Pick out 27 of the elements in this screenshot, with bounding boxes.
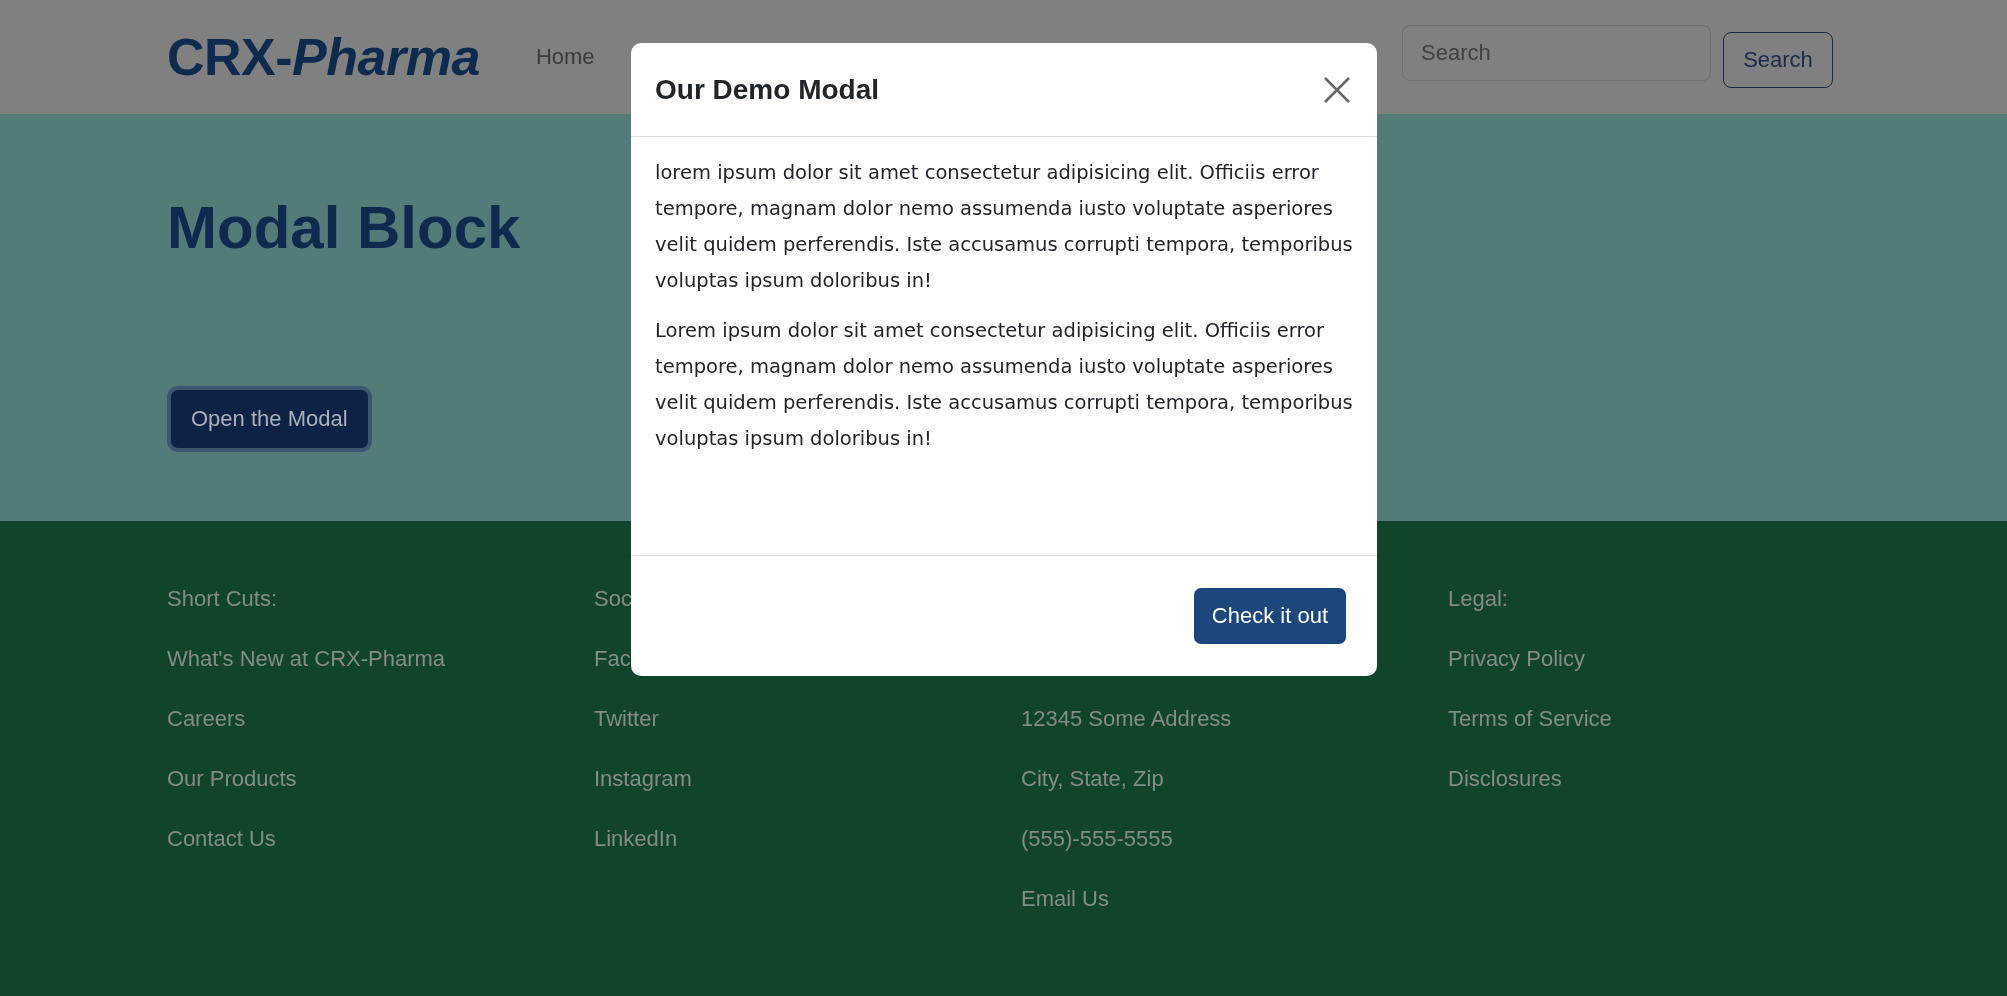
- close-icon: [1323, 75, 1351, 104]
- modal-paragraph: lorem ipsum dolor sit amet consectetur adipisicing elit. Officiis error tempore, magnam dolor nemo assumenda iusto voluptate asperiores velit quidem perferendis. Iste accusamus corrupti tempora, temporibus voluptas ipsum doloribus in!: [655, 160, 1353, 294]
- footer-link[interactable]: Twitter: [594, 689, 1021, 749]
- search-field[interactable]: Search: [1402, 25, 1711, 81]
- modal-title: Our Demo Modal: [655, 73, 879, 106]
- footer-link[interactable]: Contact Us: [167, 809, 594, 869]
- footer-link[interactable]: Instagram: [594, 749, 1021, 809]
- footer-link[interactable]: Email Us: [1021, 869, 1448, 929]
- nav-link[interactable]: Home: [535, 44, 595, 70]
- footer-link[interactable]: Our Products: [167, 749, 594, 809]
- search-button[interactable]: Search: [1723, 32, 1833, 88]
- footer-link[interactable]: 12345 Some Address: [1021, 689, 1448, 749]
- footer-heading: Legal:: [1448, 585, 1509, 613]
- page-title: Modal Block: [167, 193, 521, 263]
- footer-heading: Soc: [594, 585, 633, 613]
- footer-link[interactable]: Terms of Service: [1448, 689, 1875, 749]
- footer-link[interactable]: Disclosures: [1448, 749, 1875, 809]
- footer-link[interactable]: LinkedIn: [594, 809, 1021, 869]
- footer-link[interactable]: What's New at CRX-Pharma: [167, 629, 594, 689]
- footer-link[interactable]: Privacy Policy: [1448, 629, 1875, 689]
- site-logo[interactable]: CRX-Pharma: [167, 27, 480, 87]
- footer-link[interactable]: (555)-555-5555: [1021, 809, 1448, 869]
- modal-paragraph: Lorem ipsum dolor sit amet consectetur adipisicing elit. Officiis error tempore, magnam dolor nemo assumenda iusto voluptate asperiores velit quidem perferendis. Iste accusamus corrupti tempora, temporibus voluptas ipsum doloribus in!: [655, 318, 1353, 452]
- check-it-out-button[interactable]: Check it out: [1193, 588, 1346, 644]
- footer-link[interactable]: Careers: [167, 689, 594, 749]
- footer-link[interactable]: City, State, Zip: [1021, 749, 1448, 809]
- footer-heading: Short Cuts:: [167, 585, 279, 613]
